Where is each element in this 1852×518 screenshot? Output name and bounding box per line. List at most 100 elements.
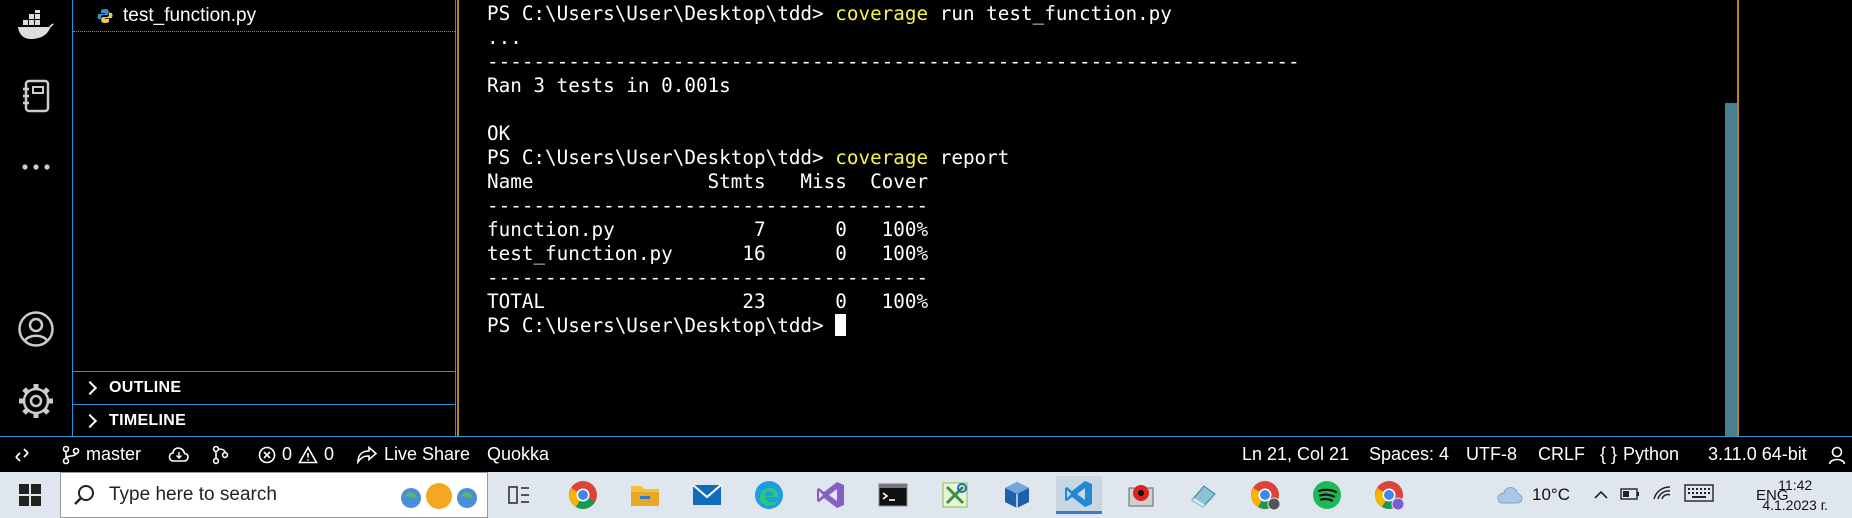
- terminal-line: Ran 3 tests in 0.001s: [487, 74, 731, 97]
- terminal-prompt: PS C:\Users\User\Desktop\tdd>: [487, 146, 824, 169]
- clock[interactable]: 11:42 4.1.2023 г.: [1762, 475, 1828, 515]
- branch-status[interactable]: master: [62, 437, 141, 472]
- terminal-command-args: run test_function.py: [939, 2, 1172, 25]
- indentation-label: Spaces: 4: [1369, 444, 1450, 464]
- indentation[interactable]: Spaces: 4: [1369, 437, 1449, 472]
- language-label: Python: [1623, 444, 1680, 464]
- chevron-right-icon: [82, 413, 98, 429]
- tray-icons[interactable]: [1594, 472, 1714, 518]
- edge-icon[interactable]: [746, 476, 792, 514]
- timeline-label: TIMELINE: [109, 412, 187, 429]
- braces-icon: { }: [1600, 444, 1618, 464]
- timeline-panel-header[interactable]: TIMELINE: [73, 404, 455, 437]
- git-branch-icon: [62, 445, 80, 464]
- encoding-label: UTF-8: [1466, 444, 1517, 464]
- report-separator: --------------------------------------: [487, 266, 929, 289]
- visual-studio-icon[interactable]: [808, 476, 854, 514]
- chrome-profile-icon[interactable]: [1242, 476, 1288, 514]
- problems-status[interactable]: 0 0: [258, 437, 334, 472]
- tools-icon[interactable]: [932, 476, 978, 514]
- terminal-command-args: report: [939, 146, 1010, 169]
- explorer-file-name: test_function.py: [123, 4, 257, 26]
- mail-icon[interactable]: [684, 476, 730, 514]
- gear-icon[interactable]: [14, 379, 58, 423]
- end-of-line[interactable]: CRLF: [1538, 437, 1585, 472]
- source-control-icon[interactable]: [210, 437, 236, 472]
- terminal-line: OK: [487, 122, 511, 145]
- encoding[interactable]: UTF-8: [1466, 437, 1517, 472]
- language-mode[interactable]: { } Python: [1600, 437, 1679, 472]
- terminal-line: ...: [487, 26, 522, 49]
- windows-icon: [19, 484, 41, 506]
- terminal-prompt: PS C:\Users\User\Desktop\tdd>: [487, 2, 824, 25]
- notebook-icon[interactable]: [14, 74, 58, 118]
- sync-icon[interactable]: [168, 437, 196, 472]
- terminal-command-keyword: coverage: [835, 146, 929, 169]
- recorder-icon[interactable]: [1118, 476, 1164, 514]
- right-gutter: [1741, 0, 1852, 436]
- report-row: function.py 7 0 100%: [487, 218, 929, 241]
- report-total: TOTAL 23 0 100%: [487, 290, 929, 313]
- remote-icon[interactable]: [14, 437, 36, 472]
- terminal-app-icon[interactable]: [870, 476, 916, 514]
- file-explorer-icon[interactable]: [622, 476, 668, 514]
- weather-widget[interactable]: 10°C: [1494, 472, 1570, 518]
- live-share-button[interactable]: Live Share: [356, 437, 470, 472]
- windows-taskbar: Type here to search 10°C ENG 11:42 4.1.2…: [0, 472, 1852, 518]
- cloud-icon: [1497, 486, 1523, 504]
- outline-label: OUTLINE: [109, 379, 182, 396]
- terminal-line: ----------------------------------------…: [487, 50, 1300, 73]
- error-count: 0: [282, 444, 293, 464]
- temperature: 10°C: [1532, 485, 1570, 504]
- start-button[interactable]: [0, 472, 60, 518]
- explorer-sidebar: test_function.py OUTLINE TIMELINE: [72, 0, 456, 436]
- account-icon[interactable]: [14, 307, 58, 351]
- terminal-scrollbar[interactable]: [1725, 103, 1737, 436]
- status-bar: master 0 0 Live Share Quokka Ln 21, Col …: [0, 436, 1852, 472]
- python-interpreter[interactable]: 3.11.0 64-bit: [1708, 437, 1807, 472]
- interpreter-label: 3.11.0 64-bit: [1708, 444, 1807, 464]
- terminal-panel[interactable]: PS C:\Users\User\Desktop\tdd> coverage r…: [457, 0, 1739, 436]
- live-share-icon: [357, 445, 378, 464]
- taskbar-search[interactable]: Type here to search: [60, 472, 488, 518]
- quokka-label: Quokka: [487, 444, 550, 464]
- outline-panel-header[interactable]: OUTLINE: [73, 371, 455, 404]
- terminal-prompt: PS C:\Users\User\Desktop\tdd>: [487, 314, 824, 337]
- virtualbox-icon[interactable]: [994, 476, 1040, 514]
- warning-icon: [298, 445, 318, 463]
- report-row: test_function.py 16 0 100%: [487, 242, 929, 265]
- eol-label: CRLF: [1538, 444, 1586, 464]
- activity-bar: [0, 0, 72, 436]
- terminal-output: PS C:\Users\User\Desktop\tdd> coverage r…: [487, 2, 1300, 338]
- chevron-up-icon: [1594, 485, 1608, 505]
- task-view-icon[interactable]: [496, 476, 542, 514]
- eraser-app-icon[interactable]: [1180, 476, 1226, 514]
- chrome-profile-2-icon[interactable]: [1366, 476, 1412, 514]
- cursor-position-label: Ln 21, Col 21: [1242, 444, 1350, 464]
- branch-name: master: [86, 444, 142, 464]
- search-icon: [74, 485, 94, 505]
- docker-icon[interactable]: [14, 3, 58, 47]
- vscode-icon[interactable]: [1056, 476, 1102, 514]
- weather-highlight-icon: [401, 483, 477, 509]
- error-icon: [258, 446, 276, 463]
- warning-count: 0: [324, 444, 335, 464]
- explorer-file-item[interactable]: test_function.py: [73, 0, 455, 32]
- cursor-position[interactable]: Ln 21, Col 21: [1242, 437, 1349, 472]
- feedback-icon[interactable]: [1828, 437, 1852, 472]
- search-placeholder: Type here to search: [109, 484, 277, 505]
- python-file-icon: [97, 8, 113, 23]
- spotify-icon[interactable]: [1304, 476, 1350, 514]
- wifi-icon: [1652, 485, 1672, 506]
- chrome-icon[interactable]: [560, 476, 606, 514]
- terminal-command-keyword: coverage: [835, 2, 929, 25]
- more-icon[interactable]: [14, 145, 58, 189]
- terminal-cursor: [835, 314, 847, 336]
- quokka-button[interactable]: Quokka: [487, 437, 549, 472]
- live-share-label: Live Share: [384, 444, 471, 464]
- chevron-right-icon: [82, 380, 98, 396]
- report-header: Name Stmts Miss Cover: [487, 170, 929, 193]
- battery-icon: [1620, 485, 1640, 505]
- keyboard-icon: [1684, 483, 1714, 507]
- clock-time: 11:42: [1778, 477, 1813, 493]
